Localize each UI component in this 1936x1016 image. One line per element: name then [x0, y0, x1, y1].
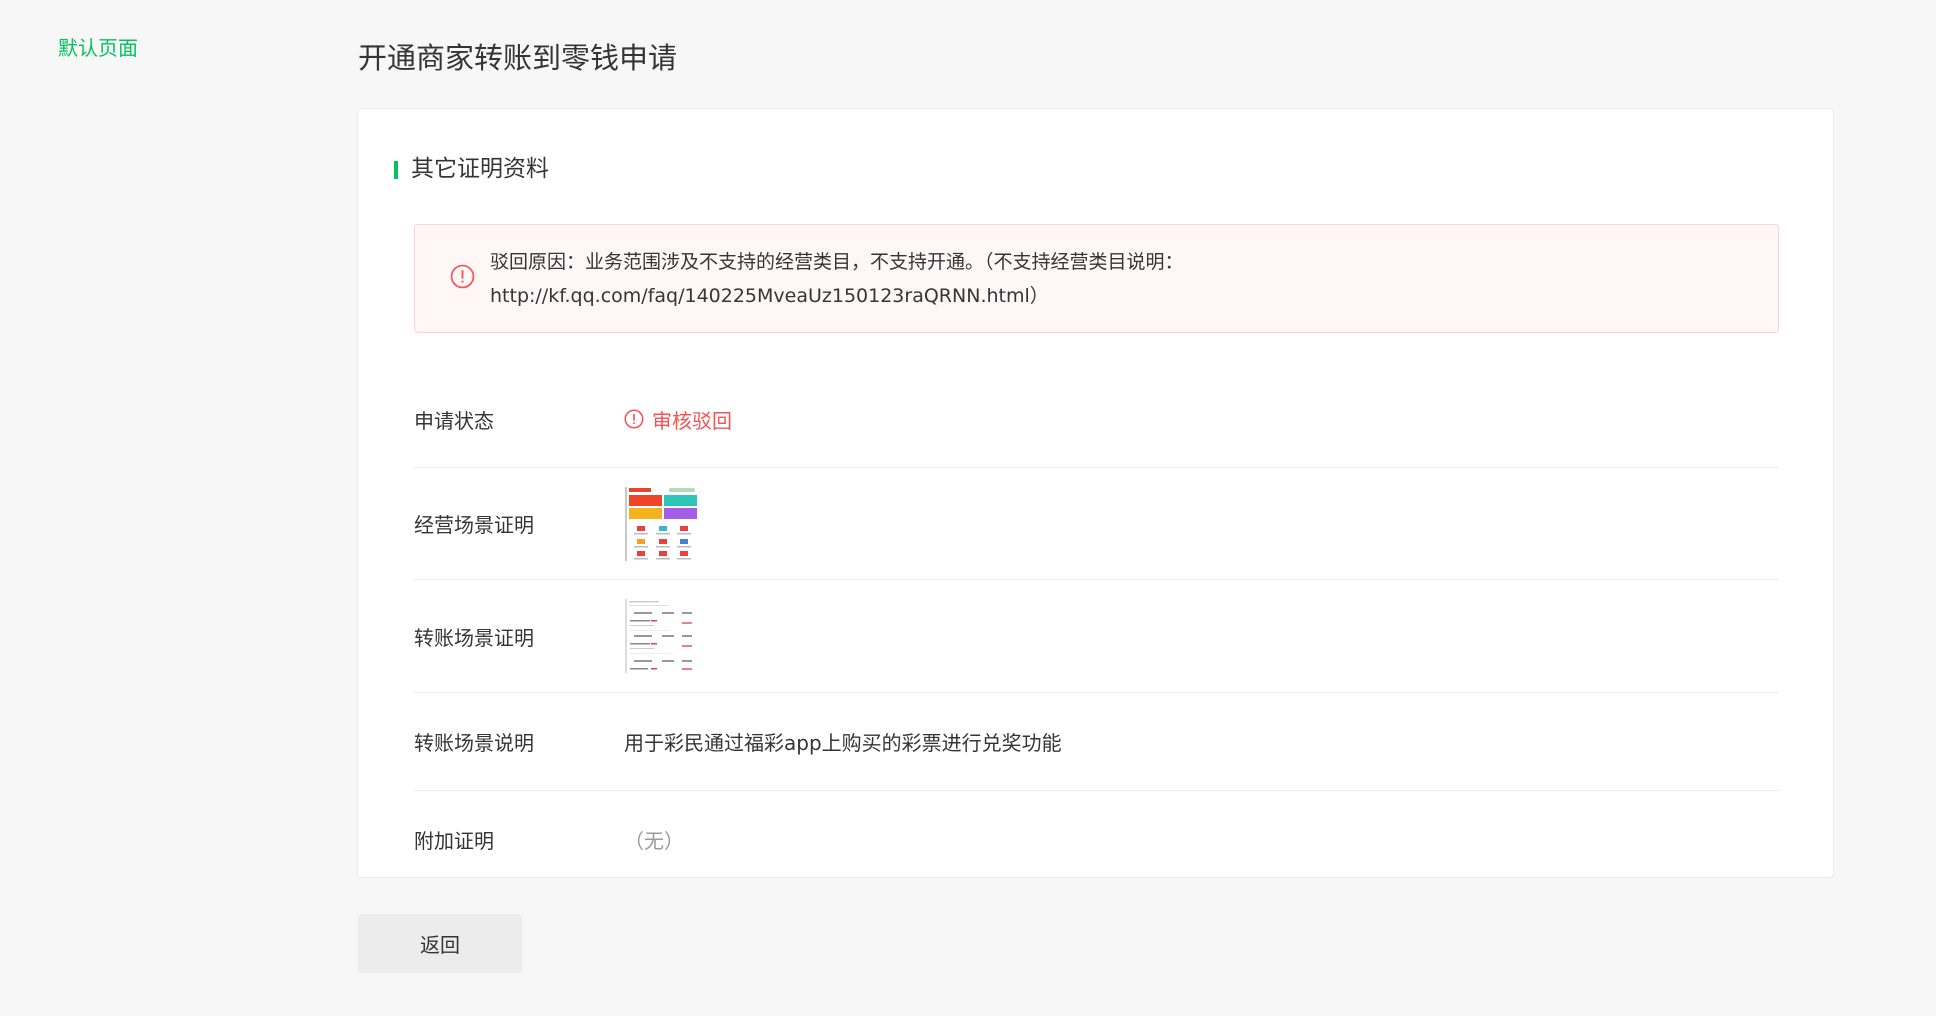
extra-proof-value: （无）: [624, 828, 684, 853]
transfer-desc-label: 转账场景说明: [414, 731, 534, 755]
transfer-proof-row: 转账场景证明: [414, 580, 1779, 693]
status-value: 审核驳回: [624, 405, 732, 434]
warning-circle-icon: [450, 264, 475, 289]
reject-alert: 驳回原因：业务范围涉及不支持的经营类目，不支持开通。（不支持经营类目说明： ht…: [414, 224, 1779, 333]
reject-reason-line1: 驳回原因：业务范围涉及不支持的经营类目，不支持开通。（不支持经营类目说明：: [490, 251, 1184, 273]
extra-proof-label: 附加证明: [414, 828, 494, 853]
business-proof-label: 经营场景证明: [414, 513, 534, 537]
transfer-desc-value: 用于彩民通过福彩app上购买的彩票进行兑奖功能: [624, 731, 1062, 755]
transfer-proof-value: [624, 598, 700, 674]
business-proof-thumbnail[interactable]: [624, 485, 700, 562]
transfer-proof-label: 转账场景证明: [414, 625, 534, 650]
sidebar-default-page-link[interactable]: 默认页面: [58, 32, 138, 61]
business-proof-row: 经营场景证明: [414, 468, 1779, 580]
extra-proof-row: 附加证明 （无）: [414, 791, 1779, 887]
reject-reason-text: 驳回原因：业务范围涉及不支持的经营类目，不支持开通。（不支持经营类目说明： ht…: [490, 245, 1748, 313]
section-title: 其它证明资料: [394, 153, 549, 185]
warning-circle-icon: [624, 409, 644, 429]
back-button[interactable]: 返回: [358, 914, 522, 973]
transfer-proof-thumbnail[interactable]: [624, 598, 700, 674]
reject-reason-line2: http://kf.qq.com/faq/140225MveaUz150123r…: [490, 285, 1049, 307]
business-proof-value: [624, 485, 700, 562]
page-title: 开通商家转账到零钱申请: [358, 41, 678, 75]
detail-rows: 申请状态 审核驳回 经营场景证明 转账场景证明 转账场景说明 用于彩民通过福彩a…: [414, 371, 1779, 887]
info-card: 其它证明资料 驳回原因：业务范围涉及不支持的经营类目，不支持开通。（不支持经营类…: [357, 108, 1834, 878]
status-text: 审核驳回: [652, 408, 732, 433]
status-row: 申请状态 审核驳回: [414, 371, 1779, 468]
status-label: 申请状态: [414, 408, 494, 433]
transfer-desc-row: 转账场景说明 用于彩民通过福彩app上购买的彩票进行兑奖功能: [414, 693, 1779, 791]
